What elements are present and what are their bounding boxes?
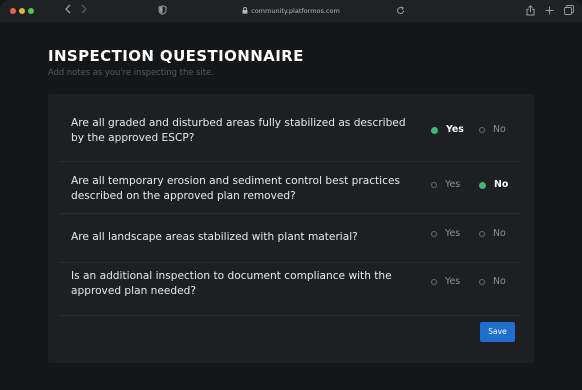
answer-yes-label: Yes (445, 179, 461, 190)
save-button[interactable]: Save (480, 322, 515, 342)
page-subtitle: Add notes as you're inspecting the site. (48, 67, 214, 77)
radio-button[interactable] (479, 279, 485, 285)
question-text: Is an additional inspection to document … (71, 270, 392, 297)
answer-yes-option[interactable]: Yes (431, 276, 460, 288)
answer-yes-option[interactable]: Yes (431, 124, 464, 136)
question-text: Are all graded and disturbed areas fully… (71, 117, 406, 144)
radio-button[interactable] (431, 231, 437, 237)
radio-button[interactable] (431, 182, 437, 188)
question-row: Is an additional inspection to document … (60, 263, 520, 315)
question-text: Are all temporary erosion and sediment c… (71, 175, 400, 202)
browser-toolbar: community.platformos.com (0, 0, 582, 22)
answer-no-option[interactable]: No (479, 228, 506, 240)
answer-yes-label: Yes (445, 276, 461, 287)
questionnaire-card: Are all graded and disturbed areas fully… (48, 94, 534, 363)
question-text: Are all landscape areas stabilized with … (71, 231, 358, 243)
address-bar[interactable]: community.platformos.com (0, 5, 582, 18)
row-divider (60, 315, 520, 316)
tabs-overview-icon[interactable] (564, 5, 574, 19)
answer-no-label: No (493, 124, 506, 135)
radio-button[interactable] (479, 127, 485, 133)
question-row: Are all graded and disturbed areas fully… (60, 94, 520, 161)
answer-no-label: No (493, 276, 506, 287)
question-row: Are all temporary erosion and sediment c… (60, 162, 520, 212)
answer-no-option[interactable]: No (479, 124, 506, 136)
answer-yes-option[interactable]: Yes (431, 228, 460, 240)
answer-no-label: No (494, 179, 509, 190)
radio-button[interactable] (431, 279, 437, 285)
address-url: community.platformos.com (251, 7, 340, 15)
radio-button[interactable] (431, 126, 438, 134)
browser-window: community.platformos.com INSPECTION QUES… (0, 0, 582, 390)
question-row: Are all landscape areas stabilized with … (60, 214, 520, 261)
answer-no-label: No (493, 228, 506, 239)
plus-icon[interactable] (545, 3, 554, 19)
share-icon[interactable] (526, 5, 535, 20)
lock-icon (242, 6, 248, 18)
reload-icon[interactable] (396, 5, 405, 19)
answer-yes-label: Yes (446, 124, 464, 135)
radio-button[interactable] (479, 231, 485, 237)
radio-button[interactable] (479, 181, 486, 189)
answer-no-option[interactable]: No (479, 179, 508, 191)
page-title: INSPECTION QUESTIONNAIRE (48, 47, 304, 65)
answer-yes-option[interactable]: Yes (431, 179, 460, 191)
answer-yes-label: Yes (445, 228, 461, 239)
answer-no-option[interactable]: No (479, 276, 506, 288)
